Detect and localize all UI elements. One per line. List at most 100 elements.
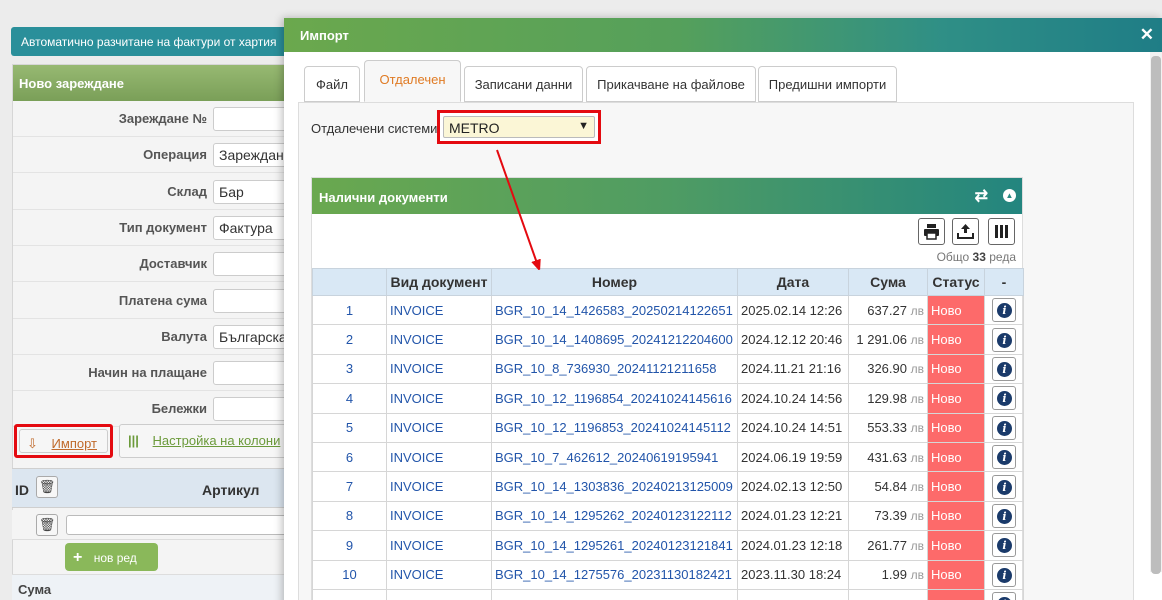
info-button[interactable]: i bbox=[992, 592, 1016, 600]
documents-table: Вид документ Номер Дата Сума Статус - 1I… bbox=[312, 268, 1024, 600]
info-icon: i bbox=[997, 303, 1012, 319]
doc-sum: 54.84 лв bbox=[848, 471, 928, 502]
trash-icon[interactable]: 🗑 bbox=[36, 514, 58, 536]
close-icon[interactable]: ✕ bbox=[1140, 25, 1154, 45]
doc-sum: 326.90 лв bbox=[848, 353, 928, 385]
doc-number[interactable]: BGR_10_8_736930_20241121211658 bbox=[491, 353, 738, 385]
doc-number[interactable]: BGR_10_14_1295262_20240123122112 bbox=[491, 500, 738, 532]
col-status-header[interactable]: Статус bbox=[927, 268, 985, 296]
info-button[interactable]: i bbox=[992, 386, 1016, 411]
doc-date: 2023.11.30 18:06 bbox=[737, 588, 849, 600]
form-row: Доставчик bbox=[13, 246, 303, 283]
info-button[interactable]: i bbox=[992, 474, 1016, 499]
info-button[interactable]: i bbox=[992, 562, 1016, 587]
doc-kind: INVOICE bbox=[386, 471, 492, 502]
available-documents-panel: Налични документи ⇄ ▲ Общо 33 реда Вид д… bbox=[311, 177, 1024, 600]
table-row[interactable]: 7 INVOICE BGR_10_14_1303836_20240213125009… bbox=[312, 471, 1024, 502]
doc-number[interactable]: BGR_10_14_1408695_20241212204600 bbox=[491, 324, 738, 355]
import-button[interactable]: ⇩ Импорт bbox=[14, 424, 113, 458]
remote-systems-label: Отдалечени системи: bbox=[311, 121, 441, 136]
doc-number[interactable]: BGR_10_12_1196853_20241024145112 bbox=[491, 412, 738, 443]
row-index: 1 bbox=[312, 294, 387, 326]
import-button-label: Импорт bbox=[51, 436, 97, 451]
row-actions: i bbox=[984, 530, 1024, 561]
new-row-button[interactable]: + нов ред bbox=[65, 543, 158, 571]
table-row[interactable]: 3 INVOICE BGR_10_8_736930_20241121211658 20… bbox=[312, 353, 1024, 385]
remote-system-select[interactable]: METRO ▼ bbox=[443, 116, 595, 138]
col-kind-header[interactable]: Вид документ bbox=[386, 268, 492, 296]
info-button[interactable]: i bbox=[992, 533, 1016, 558]
status-badge: Ново bbox=[927, 324, 985, 355]
doc-number[interactable]: BGR_10_7_462612_20240619195941 bbox=[491, 441, 738, 473]
doc-date: 2023.11.30 18:24 bbox=[737, 559, 849, 590]
table-row[interactable]: 6 INVOICE BGR_10_7_462612_20240619195941 20… bbox=[312, 441, 1024, 473]
status-badge: Ново bbox=[927, 294, 985, 326]
info-button[interactable]: i bbox=[992, 503, 1016, 528]
table-row[interactable]: 1 INVOICE BGR_10_14_1426583_20250214122651… bbox=[312, 294, 1024, 326]
column-settings-button[interactable]: ||| Настройка на колони bbox=[119, 424, 294, 458]
doc-number[interactable]: BGR_10_12_1196854_20241024145616 bbox=[491, 383, 738, 414]
row-actions: i bbox=[984, 471, 1024, 502]
form-label: Склад bbox=[167, 183, 207, 199]
doc-number[interactable]: BGR_10_14_1275576_20231130182421 bbox=[491, 559, 738, 590]
id-header: ID bbox=[15, 482, 29, 498]
form-label: Платена сума bbox=[118, 292, 207, 308]
currency-label: лв bbox=[910, 333, 924, 348]
import-icon: ⇩ bbox=[27, 436, 38, 451]
doc-number[interactable]: BGR_10_13_890699_20231130180639 bbox=[491, 588, 738, 600]
doc-sum-value: 54.84 bbox=[874, 479, 907, 495]
row-actions: i bbox=[984, 324, 1024, 355]
table-row[interactable]: 8 INVOICE BGR_10_14_1295262_20240123122112… bbox=[312, 500, 1024, 532]
doc-sum-value: 431.63 bbox=[867, 449, 907, 465]
doc-number[interactable]: BGR_10_14_1303836_20240213125009 bbox=[491, 471, 738, 502]
col-sum-header[interactable]: Сума bbox=[848, 268, 928, 296]
export-button[interactable] bbox=[952, 218, 979, 245]
info-button[interactable]: i bbox=[992, 327, 1016, 352]
form-label: Операция bbox=[143, 147, 207, 163]
info-button[interactable]: i bbox=[992, 356, 1016, 381]
trash-icon[interactable]: 🗑 bbox=[36, 476, 58, 498]
status-badge: Ново bbox=[927, 559, 985, 590]
columns-button[interactable] bbox=[988, 218, 1015, 245]
form-row: Операция Зареждане bbox=[13, 137, 303, 174]
row-actions: i bbox=[984, 588, 1024, 600]
row-index: 5 bbox=[312, 412, 387, 443]
article-header: Артикул bbox=[202, 482, 260, 498]
table-row[interactable]: 11INVOICEBGR_10_13_890699_20231130180639… bbox=[312, 588, 1024, 600]
doc-date: 2024.12.12 20:46 bbox=[737, 324, 849, 355]
col-actions-header: - bbox=[984, 268, 1024, 296]
col-date-header[interactable]: Дата bbox=[737, 268, 849, 296]
table-row[interactable]: 5 INVOICE BGR_10_12_1196853_20241024145112… bbox=[312, 412, 1024, 443]
tab-attach-files[interactable]: Прикачване на файлове bbox=[586, 66, 756, 102]
page-topbar: Автоматично разчитане на фактури от харт… bbox=[11, 27, 311, 56]
remote-system-value: METRO bbox=[449, 120, 500, 136]
info-button[interactable]: i bbox=[992, 415, 1016, 440]
tab-saved-data[interactable]: Записани данни bbox=[464, 66, 583, 102]
info-button[interactable]: i bbox=[992, 298, 1016, 323]
currency-label: лв bbox=[910, 421, 924, 436]
scrollbar-thumb[interactable] bbox=[1151, 56, 1161, 574]
info-button[interactable]: i bbox=[992, 445, 1016, 470]
doc-kind: INVOICE bbox=[386, 588, 492, 600]
row-index: 7 bbox=[312, 471, 387, 502]
tab-file[interactable]: Файл bbox=[304, 66, 360, 102]
tab-remote[interactable]: Отдалечен bbox=[364, 60, 461, 102]
status-badge: Ново bbox=[927, 500, 985, 532]
print-button[interactable] bbox=[918, 218, 945, 245]
total-prefix: Общо bbox=[936, 250, 970, 264]
total-count: 33 bbox=[972, 250, 986, 264]
tab-previous-imports[interactable]: Предишни импорти bbox=[758, 66, 897, 102]
col-number-header[interactable]: Номер bbox=[491, 268, 738, 296]
doc-number[interactable]: BGR_10_14_1426583_20250214122651 bbox=[491, 294, 738, 326]
row-actions: i bbox=[984, 441, 1024, 473]
article-input[interactable] bbox=[66, 515, 296, 535]
doc-number[interactable]: BGR_10_14_1295261_20240123121841 bbox=[491, 530, 738, 561]
modal-title: Импорт bbox=[300, 28, 349, 43]
collapse-icon[interactable]: ▲ bbox=[1003, 189, 1016, 202]
table-row[interactable]: 4 INVOICE BGR_10_12_1196854_20241024145616… bbox=[312, 383, 1024, 414]
info-icon: i bbox=[997, 450, 1012, 466]
table-row[interactable]: 10 INVOICE BGR_10_14_1275576_2023113018242… bbox=[312, 559, 1024, 590]
table-row[interactable]: 2 INVOICE BGR_10_14_1408695_20241212204600… bbox=[312, 324, 1024, 355]
table-row[interactable]: 9 INVOICE BGR_10_14_1295261_20240123121841… bbox=[312, 530, 1024, 561]
swap-icon[interactable]: ⇄ bbox=[975, 186, 988, 206]
